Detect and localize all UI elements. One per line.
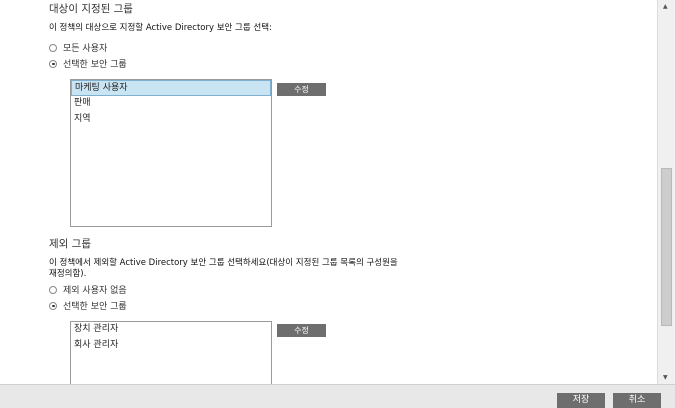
radio-button-checked-icon[interactable] [49, 59, 57, 68]
radio-selected-groups[interactable]: 선택한 보안 그룹 [49, 57, 127, 70]
scroll-down-arrow-icon[interactable]: ▼ [663, 374, 668, 381]
list-item[interactable]: 회사 관리자 [71, 338, 271, 354]
targeted-edit-button[interactable]: 수정 [277, 83, 326, 96]
radio-label: 선택한 보안 그룹 [63, 60, 127, 70]
policy-settings-panel: 대상이 지정된 그룹 이 정책의 대상으로 지정할 Active Directo… [0, 0, 657, 384]
vertical-scrollbar[interactable]: ▲ ▼ [657, 0, 675, 384]
list-item[interactable]: 장치 관리자 [71, 322, 271, 338]
radio-button-icon[interactable] [49, 285, 57, 294]
excluded-groups-description: 이 정책에서 제외할 Active Directory 보안 그룹 선택하세요(… [49, 258, 429, 280]
radio-button-icon[interactable] [49, 43, 57, 52]
radio-button-checked-icon[interactable] [49, 301, 57, 310]
radio-no-excluded-users[interactable]: 제외 사용자 없음 [49, 283, 127, 296]
excluded-groups-listbox[interactable]: 장치 관리자 회사 관리자 [70, 321, 272, 384]
radio-label: 모든 사용자 [63, 44, 108, 54]
targeted-groups-description: 이 정책의 대상으로 지정할 Active Directory 보안 그룹 선택… [49, 23, 272, 33]
list-item[interactable]: 마케팅 사용자 [71, 80, 271, 96]
excluded-groups-heading: 제외 그룹 [49, 238, 91, 250]
radio-excluded-selected-groups[interactable]: 선택한 보안 그룹 [49, 299, 127, 312]
radio-label: 제외 사용자 없음 [63, 286, 127, 296]
targeted-groups-heading: 대상이 지정된 그룹 [49, 3, 133, 15]
scroll-up-arrow-icon[interactable]: ▲ [663, 3, 668, 10]
radio-all-users[interactable]: 모든 사용자 [49, 41, 107, 54]
cancel-button[interactable]: 취소 [613, 393, 661, 408]
excluded-edit-button[interactable]: 수정 [277, 324, 326, 337]
save-button[interactable]: 저장 [557, 393, 605, 408]
radio-label: 선택한 보안 그룹 [63, 302, 127, 312]
targeted-groups-listbox[interactable]: 마케팅 사용자 판매 지역 [70, 79, 272, 227]
footer-bar: 저장 취소 [0, 384, 675, 408]
list-item[interactable]: 지역 [71, 112, 271, 128]
list-item[interactable]: 판매 [71, 96, 271, 112]
description-line: 이 정책에서 제외할 Active Directory 보안 그룹 선택하세요(… [49, 258, 398, 268]
scrollbar-thumb[interactable] [661, 168, 672, 326]
description-line: 재정의함). [49, 269, 87, 279]
